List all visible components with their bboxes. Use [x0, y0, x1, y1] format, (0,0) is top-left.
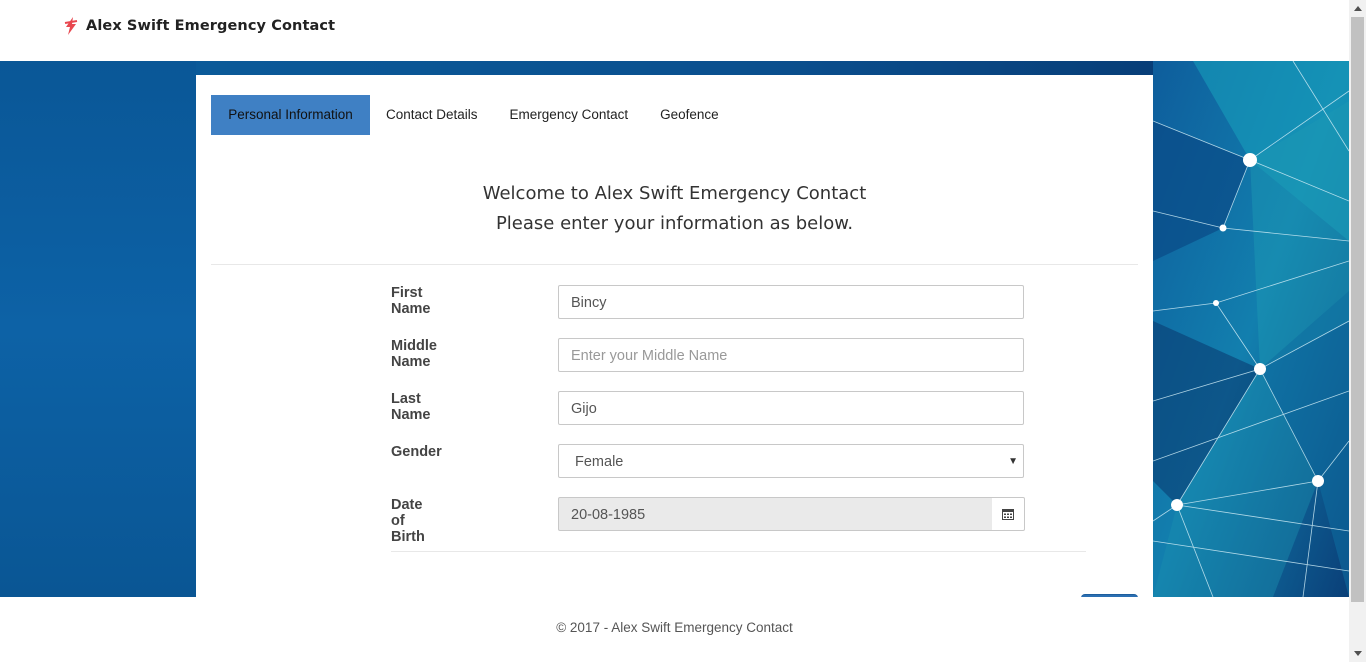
first-name-label: First Name: [391, 285, 431, 317]
wizard-tabs: Personal Information Contact Details Eme…: [211, 95, 735, 135]
welcome-subtitle: Please enter your information as below.: [495, 213, 854, 234]
calendar-icon: [1002, 509, 1014, 520]
last-name-label: Last Name: [391, 391, 431, 423]
top-navbar: Alex Swift Emergency Contact: [0, 0, 1349, 61]
middle-name-input[interactable]: [571, 341, 1011, 371]
divider: [211, 264, 1138, 265]
scroll-up-arrow-icon[interactable]: [1349, 0, 1366, 17]
caret-down-icon: ▼: [1008, 456, 1018, 467]
calendar-button[interactable]: [992, 497, 1025, 531]
gender-label: Gender: [391, 444, 442, 460]
form-divider: [391, 551, 1086, 552]
last-name-input[interactable]: [571, 394, 1011, 424]
middle-name-field: [558, 338, 1024, 372]
network-background-image: [1153, 61, 1349, 597]
last-name-field: [558, 391, 1024, 425]
tab-geofence[interactable]: Geofence: [644, 95, 735, 135]
tab-emergency-contact[interactable]: Emergency Contact: [494, 95, 645, 135]
background-left: [0, 61, 196, 597]
welcome-title: Welcome to Alex Swift Emergency Contact: [482, 183, 867, 204]
first-name-field: [558, 285, 1024, 319]
brand[interactable]: Alex Swift Emergency Contact: [64, 17, 335, 35]
tab-personal-information[interactable]: Personal Information: [211, 95, 370, 135]
footer-copyright: © 2017 - Alex Swift Emergency Contact: [556, 620, 793, 635]
dob-label: Date of Birth: [391, 497, 425, 545]
middle-name-label: Middle Name: [391, 338, 437, 370]
background-top-strip: [196, 61, 1153, 75]
tab-contact-details[interactable]: Contact Details: [370, 95, 494, 135]
dob-input[interactable]: [571, 500, 981, 530]
vertical-scrollbar[interactable]: [1349, 0, 1366, 662]
gender-select[interactable]: Female ▼: [558, 444, 1024, 478]
form-panel: Personal Information Contact Details Eme…: [196, 75, 1153, 597]
first-name-input[interactable]: [571, 288, 1011, 318]
scrollbar-thumb[interactable]: [1351, 17, 1364, 602]
scroll-down-arrow-icon[interactable]: [1349, 645, 1366, 662]
flash-logo-icon: [64, 17, 78, 35]
footer: © 2017 - Alex Swift Emergency Contact: [0, 597, 1349, 662]
brand-title: Alex Swift Emergency Contact: [86, 18, 336, 34]
gender-selected-value: Female: [575, 454, 624, 470]
dob-field: [558, 497, 994, 531]
